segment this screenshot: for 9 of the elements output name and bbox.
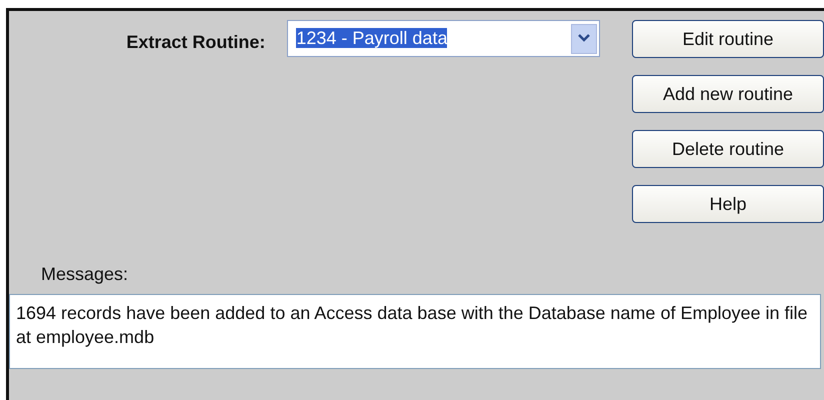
chevron-down-icon[interactable] <box>578 34 590 43</box>
routine-button[interactable]: Add new routine <box>632 75 824 113</box>
routine-button[interactable]: Help <box>632 185 824 223</box>
routine-dropdown[interactable]: 1234 - Payroll data <box>287 20 600 57</box>
routine-button[interactable]: Edit routine <box>632 20 824 58</box>
routine-button[interactable]: Delete routine <box>632 130 824 168</box>
messages-label: Messages: <box>41 263 130 286</box>
field-label: Extract Routine: <box>125 31 266 54</box>
messages-box[interactable]: 1694 records have been added to an Access data base with the Database name of Employee in file at employee.mdb <box>9 294 821 369</box>
